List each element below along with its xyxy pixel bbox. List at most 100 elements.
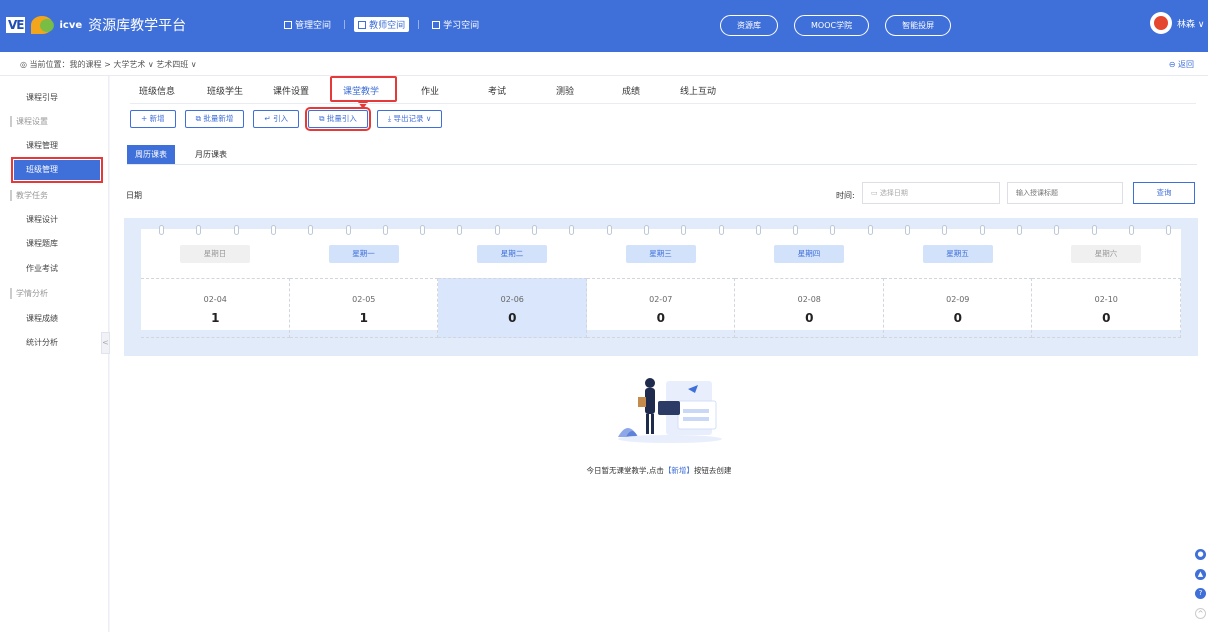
leaf-logo-icon (31, 16, 55, 34)
date-picker-placeholder: 选择日期 (879, 189, 908, 197)
pill-smart-cast[interactable]: 智能投屏 (885, 15, 952, 36)
sidebar-item-class-management[interactable]: 班级管理 (11, 157, 103, 183)
query-button[interactable]: 查询 (1133, 182, 1195, 204)
user-menu[interactable]: 林森 ∨ (1150, 12, 1204, 34)
sidebar-item-course-design[interactable]: 课程设计 (26, 214, 58, 225)
weekday-label: 星期四 (774, 245, 844, 263)
day-cell[interactable] (289, 278, 438, 338)
view-tabs: 周历课表 月历课表 (127, 145, 235, 165)
logo-ve: VE (6, 17, 26, 33)
tab-class-students[interactable]: 班级学生 (207, 84, 243, 97)
help-icon[interactable]: ? (1195, 588, 1206, 599)
date-picker[interactable]: ▭ 选择日期 (862, 182, 1000, 204)
day-date: 02-04 (203, 295, 227, 304)
calendar-grid: 星期日 02-04 1 星期一 02-05 1 星期二 02-06 0 星期三 02-07 0 星期四 0… (141, 225, 1181, 338)
divider (127, 164, 1197, 165)
highlight-box (330, 76, 397, 109)
customer-service-icon[interactable]: ● (1195, 549, 1206, 560)
sidebar-item-homework-exam[interactable]: 作业考试 (26, 263, 58, 274)
sidebar-item-statistics[interactable]: 统计分析 (26, 337, 58, 348)
cloud-upload-icon[interactable]: ▲ (1195, 569, 1206, 580)
space-manage[interactable]: 管理空间 (280, 17, 335, 32)
avatar (1150, 12, 1172, 34)
weekday-label: 星期六 (1071, 245, 1141, 263)
space-manage-label: 管理空间 (295, 21, 332, 31)
day-cell[interactable] (1032, 278, 1181, 338)
top-pills: 资源库 MOOC学院 智能投屏 (720, 15, 952, 36)
weekday-label: 星期一 (328, 245, 399, 263)
location-icon: ◎ (20, 60, 30, 69)
title-search-input[interactable] (1007, 182, 1123, 204)
tab-weekly-schedule[interactable]: 周历课表 (127, 145, 175, 165)
day-date: 02-10 (1094, 295, 1118, 304)
calendar-day[interactable]: 星期一 02-05 1 (289, 229, 438, 338)
sidebar-item-course-grades[interactable]: 课程成绩 (26, 313, 58, 324)
tab-monthly-schedule[interactable]: 月历课表 (187, 145, 235, 165)
day-cell[interactable] (883, 278, 1032, 338)
breadcrumb[interactable]: ◎ 当前位置：我的课程 > 大学艺术 ∨ 艺术四班 ∨ (20, 59, 197, 70)
back-icon: ⊖ (1168, 60, 1178, 69)
calendar-day[interactable]: 星期四 02-08 0 (735, 229, 884, 338)
logo[interactable]: VE icve 资源库教学平台 (6, 15, 186, 35)
tab-online-interaction[interactable]: 线上互动 (680, 84, 716, 97)
day-lesson-count: 0 (805, 311, 814, 325)
day-date: 02-09 (946, 295, 970, 304)
calendar-day[interactable]: 星期三 02-07 0 (586, 229, 735, 338)
space-learning-label: 学习空间 (443, 21, 480, 31)
export-records-button[interactable]: ⤓ 导出记录 ∨ (376, 110, 443, 128)
tab-exam[interactable]: 考试 (488, 84, 506, 97)
calendar-day[interactable]: 星期日 02-04 1 (141, 229, 290, 338)
import-label: 引入 (273, 114, 289, 123)
back-label: 返回 (1178, 60, 1194, 69)
batch-import-button[interactable]: ⧉ 批量引入 (305, 107, 371, 131)
day-date: 02-08 (797, 295, 821, 304)
day-lesson-count: 1 (359, 311, 368, 325)
weekday-label: 星期五 (922, 245, 993, 263)
scroll-top-icon[interactable]: ^ (1195, 608, 1206, 619)
tab-grades[interactable]: 成绩 (622, 84, 640, 97)
tab-homework[interactable]: 作业 (421, 84, 439, 97)
pill-mooc[interactable]: MOOC学院 (794, 15, 870, 36)
app-title: 资源库教学平台 (88, 18, 187, 34)
separator: | (343, 19, 347, 30)
space-teacher[interactable]: 教师空间 (354, 17, 410, 32)
sidebar-item-question-bank[interactable]: 课程题库 (26, 238, 58, 249)
batch-import-label: 批量引入 (326, 114, 357, 123)
batch-add-button[interactable]: ⧉ 批量新增 (184, 110, 245, 128)
date-label: 日期 (126, 191, 142, 200)
day-cell[interactable] (141, 278, 290, 338)
import-button[interactable]: ↵ 引入 (253, 110, 300, 128)
tab-courseware-settings[interactable]: 课件设置 (273, 84, 309, 97)
teacher-space-icon (358, 20, 367, 29)
weekday-label: 星期二 (477, 245, 547, 263)
space-teacher-label: 教师空间 (369, 21, 406, 31)
user-name: 林森 ∨ (1177, 19, 1205, 30)
calendar-day[interactable]: 星期六 02-10 0 (1032, 229, 1181, 338)
empty-add-link[interactable]: 【新增】 (664, 466, 694, 475)
collapse-sidebar-button[interactable]: < (101, 332, 110, 354)
weekday-label: 星期三 (625, 245, 696, 263)
sidebar-item-course-management[interactable]: 课程管理 (26, 140, 58, 151)
pill-resource-library[interactable]: 资源库 (720, 15, 778, 36)
add-button[interactable]: + 新增 (130, 110, 176, 128)
calendar-day[interactable]: 星期二 02-06 0 (438, 229, 587, 338)
day-lesson-count: 0 (953, 311, 962, 325)
day-cell[interactable] (438, 278, 587, 338)
day-lesson-count: 0 (508, 311, 517, 325)
sidebar-group-course-settings: 课程设置 (10, 116, 48, 127)
space-learning[interactable]: 学习空间 (428, 17, 483, 32)
day-date: 02-05 (352, 295, 376, 304)
empty-suffix: 按钮去创建 (693, 466, 732, 475)
calendar-day[interactable]: 星期五 02-09 0 (883, 229, 1032, 338)
day-cell[interactable] (735, 278, 884, 338)
time-label: 时间: (836, 191, 855, 200)
separator: | (417, 19, 421, 30)
tab-class-info[interactable]: 班级信息 (139, 84, 175, 97)
day-cell[interactable] (586, 278, 735, 338)
breadcrumb-text: 当前位置：我的课程 > 大学艺术 ∨ 艺术四班 ∨ (29, 60, 197, 69)
sidebar-item-course-guide[interactable]: 课程引导 (26, 92, 58, 103)
back-link[interactable]: ⊖ 返回 (1169, 59, 1194, 70)
tab-quiz[interactable]: 测验 (556, 84, 574, 97)
divider (130, 103, 1196, 104)
manage-space-icon (284, 20, 292, 29)
